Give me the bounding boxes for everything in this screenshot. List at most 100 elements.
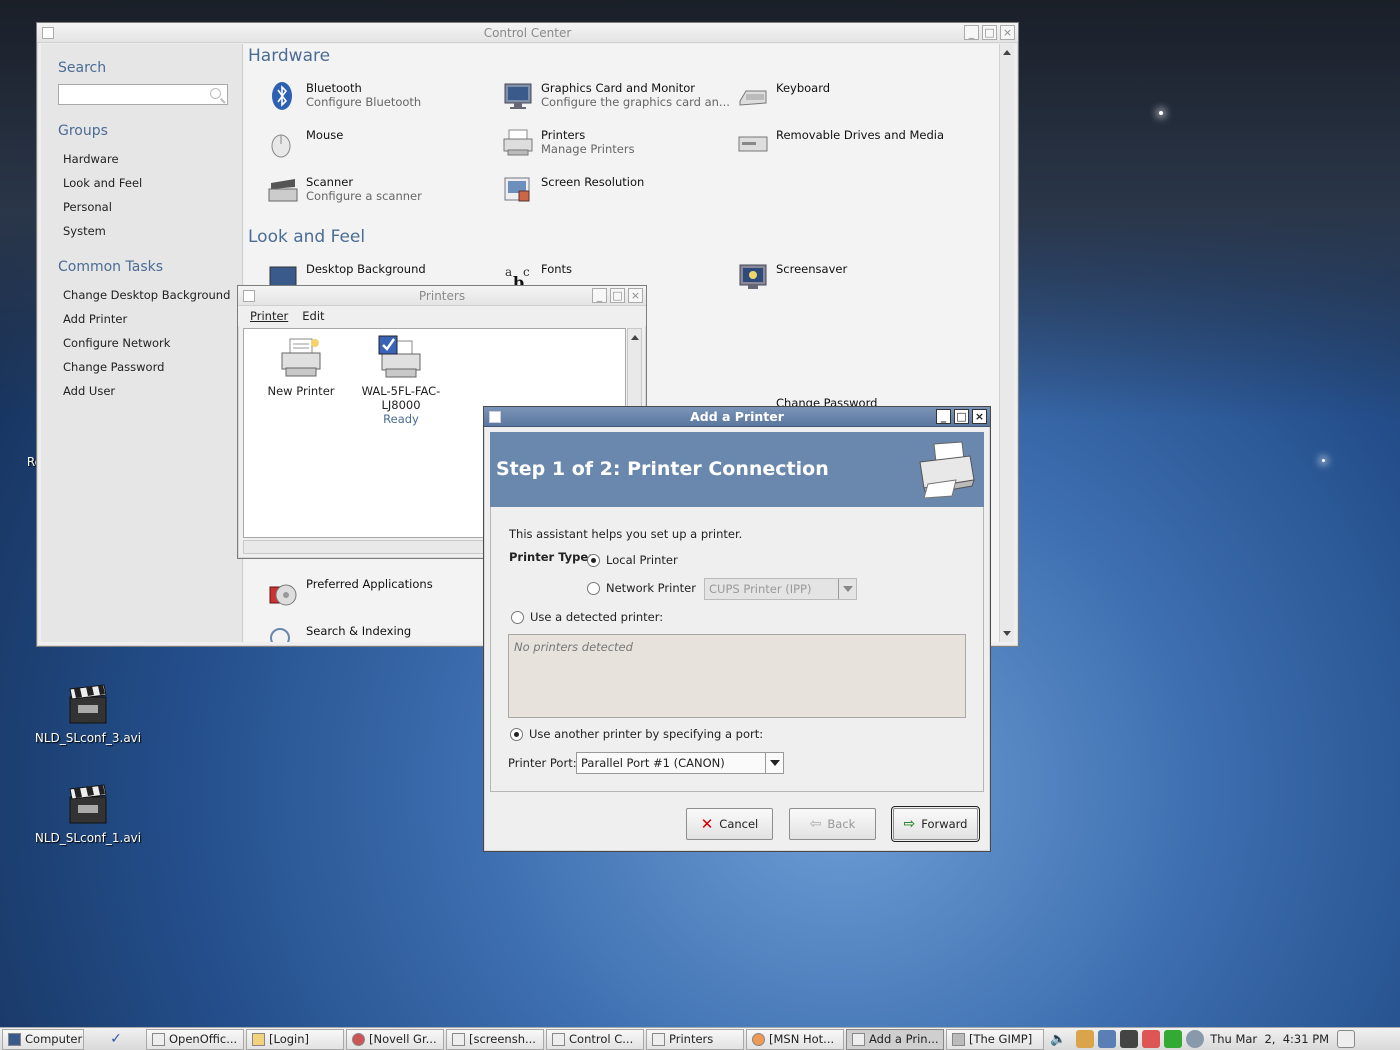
item-graphics-card[interactable]: Graphics Card and Monitor Configure the g… (503, 81, 730, 121)
printer-item-new[interactable]: New Printer (264, 337, 338, 398)
desktop-icon-video-3[interactable]: NLD_SLconf_3.avi (28, 683, 148, 745)
forward-arrow-icon: ⇨ (903, 816, 916, 832)
item-removable-drives[interactable]: Removable Drives and Media (738, 128, 988, 168)
close-button[interactable]: × (628, 288, 643, 303)
task-gimp[interactable]: [The GIMP] (946, 1028, 1044, 1050)
item-screensaver[interactable]: Screensaver (738, 262, 963, 302)
back-button[interactable]: ⇦ Back (789, 808, 876, 840)
group-system[interactable]: System (63, 219, 242, 243)
printer-item-wal-5fl-fac-lj8000[interactable]: WAL-5FL-FAC- LJ8000 Ready (356, 335, 446, 426)
computer-menu-button[interactable]: Computer (2, 1028, 84, 1050)
task-novell[interactable]: [Novell Gr... (346, 1028, 444, 1050)
printer-header-icon (916, 440, 978, 503)
window-menu-icon[interactable] (489, 411, 501, 423)
launcher-icon[interactable]: ✓ (110, 1031, 122, 1047)
use-another-port-label[interactable]: Use another printer by specifying a port… (529, 727, 763, 741)
common-tasks-heading: Common Tasks (58, 259, 164, 275)
scroll-up-arrow-icon[interactable] (1003, 50, 1011, 55)
minimize-button[interactable]: _ (964, 25, 979, 40)
task-change-desktop-background[interactable]: Change Desktop Background (63, 283, 242, 307)
minimize-button[interactable]: _ (592, 288, 607, 303)
task-add-printer[interactable]: Add a Prin... (846, 1028, 944, 1050)
item-screen-resolution[interactable]: Screen Resolution (503, 175, 728, 215)
task-openoffice[interactable]: OpenOffic... (146, 1028, 244, 1050)
new-printer-icon (264, 337, 338, 384)
search-heading: Search (58, 60, 107, 76)
add-printer-titlebar[interactable]: Add a Printer _ □ × (484, 407, 990, 427)
task-msn[interactable]: [MSN Hot... (746, 1028, 844, 1050)
minimize-button[interactable]: _ (936, 409, 951, 424)
use-detected-radio[interactable] (511, 611, 524, 624)
local-printer-radio[interactable] (587, 554, 600, 567)
video-file-icon (68, 683, 108, 725)
detected-printers-list[interactable]: No printers detected (508, 634, 966, 718)
task-screenshot[interactable]: [screensh... (446, 1028, 544, 1050)
tray-app-icon[interactable] (1076, 1030, 1095, 1048)
control-center-scrollbar[interactable] (999, 44, 1014, 642)
printer-icon (503, 128, 533, 158)
tray-green-icon[interactable] (1164, 1030, 1183, 1048)
task-login[interactable]: [Login] (246, 1028, 344, 1050)
menu-edit[interactable]: Edit (302, 309, 324, 323)
task-configure-network[interactable]: Configure Network (63, 331, 242, 355)
printers-titlebar[interactable]: Printers _ □ × (238, 286, 646, 306)
monitor-icon (503, 81, 533, 111)
local-printer-label[interactable]: Local Printer (606, 553, 678, 567)
maximize-button[interactable]: □ (610, 288, 625, 303)
search-input[interactable] (59, 85, 199, 104)
cancel-button[interactable]: ✕ Cancel (686, 808, 773, 840)
task-control-center[interactable]: Control C... (546, 1028, 644, 1050)
scroll-up-arrow-icon[interactable] (631, 335, 639, 340)
network-printer-radio[interactable] (587, 582, 600, 595)
task-add-user[interactable]: Add User (63, 379, 242, 403)
window-menu-icon[interactable] (42, 27, 54, 39)
login-icon (252, 1032, 265, 1046)
printers-menubar: Printer Edit (238, 306, 646, 326)
hardware-section-title: Hardware (248, 46, 331, 66)
control-center-titlebar[interactable]: Control Center _ □ × (37, 23, 1018, 43)
item-bluetooth[interactable]: Bluetooth Configure Bluetooth (268, 81, 493, 121)
desktop-icon-label: NLD_SLconf_1.avi (34, 831, 142, 845)
search-field[interactable] (58, 84, 228, 105)
tray-terminal-icon[interactable] (1120, 1030, 1139, 1048)
use-another-port-radio[interactable] (510, 728, 523, 741)
desktop-icon-video-1[interactable]: NLD_SLconf_1.avi (28, 783, 148, 845)
show-desktop-icon[interactable] (1337, 1030, 1356, 1048)
item-keyboard[interactable]: Keyboard (738, 81, 963, 121)
item-preferred-applications[interactable]: Preferred Applications (268, 577, 493, 617)
maximize-button[interactable]: □ (954, 409, 969, 424)
network-type-select[interactable]: CUPS Printer (IPP) (704, 578, 857, 600)
use-detected-label[interactable]: Use a detected printer: (530, 610, 663, 624)
network-monitor-icon[interactable] (1098, 1030, 1117, 1048)
tray-update-icon[interactable] (1142, 1030, 1161, 1048)
tray-globe-icon[interactable] (1186, 1030, 1205, 1048)
maximize-button[interactable]: □ (982, 25, 997, 40)
window-menu-icon[interactable] (243, 290, 255, 302)
document-icon (152, 1032, 165, 1046)
item-search-indexing[interactable]: Search & Indexing (268, 624, 493, 642)
search-indexing-icon (268, 624, 298, 642)
close-button[interactable]: × (1000, 25, 1015, 40)
forward-button[interactable]: ⇨ Forward (891, 806, 980, 842)
printer-port-select[interactable]: Parallel Port #1 (CANON) (576, 752, 784, 774)
close-button[interactable]: × (972, 409, 987, 424)
group-look-and-feel[interactable]: Look and Feel (63, 171, 242, 195)
group-personal[interactable]: Personal (63, 195, 242, 219)
back-arrow-icon: ⇦ (809, 816, 822, 832)
task-add-printer[interactable]: Add Printer (63, 307, 242, 331)
item-scanner[interactable]: Scanner Configure a scanner (268, 175, 493, 215)
scroll-down-arrow-icon[interactable] (1003, 631, 1011, 636)
volume-icon[interactable]: 🔈 (1050, 1032, 1066, 1047)
item-printers[interactable]: Printers Manage Printers (503, 128, 728, 168)
item-mouse[interactable]: Mouse (268, 128, 493, 168)
preferred-applications-icon (268, 577, 298, 607)
clock[interactable]: Thu Mar 2, 4:31 PM (1210, 1032, 1329, 1046)
control-center-icon (552, 1032, 565, 1046)
task-change-password[interactable]: Change Password (63, 355, 242, 379)
look-feel-section-title: Look and Feel (248, 227, 366, 247)
group-hardware[interactable]: Hardware (63, 147, 242, 171)
printer-item-label: LJ8000 (381, 398, 421, 412)
task-printers[interactable]: Printers (646, 1028, 744, 1050)
network-printer-label[interactable]: Network Printer (606, 581, 696, 595)
menu-printer[interactable]: Printer (250, 309, 288, 323)
